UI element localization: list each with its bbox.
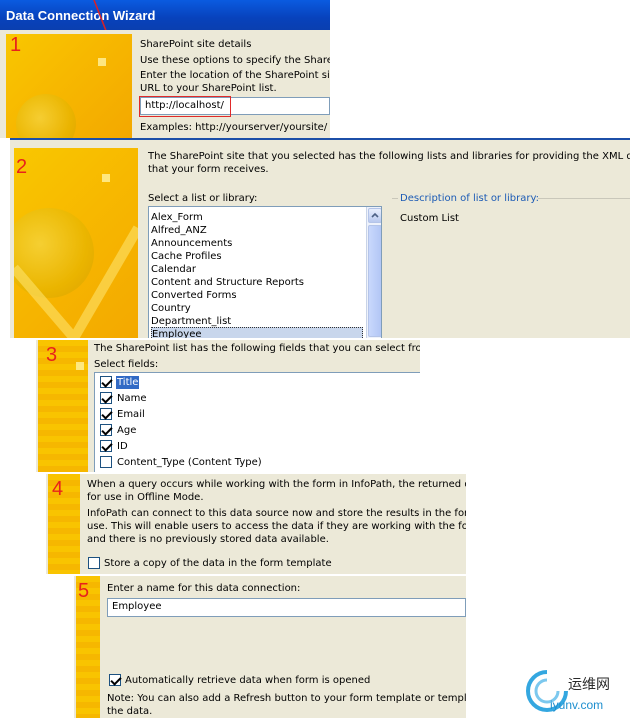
step2-banner (14, 148, 138, 338)
list-item[interactable]: Country (151, 302, 191, 315)
step1-line3: URL to your SharePoint list. (140, 83, 277, 94)
scroll-thumb[interactable] (368, 225, 381, 337)
field-label[interactable]: Name (117, 392, 147, 405)
banner-globe-icon (16, 94, 76, 138)
title-bar: Data Connection Wizard (0, 0, 330, 30)
step4-line4: use. This will enable users to access th… (87, 521, 466, 532)
auto-retrieve-checkbox[interactable] (109, 674, 121, 686)
list-label: Select a list or library: (148, 193, 258, 204)
step4-number: 4 (52, 478, 64, 500)
step2-desc-line1: The SharePoint site that you selected ha… (148, 151, 630, 162)
url-highlight-box (139, 96, 231, 117)
step4-line1: When a query occurs while working with t… (87, 479, 466, 490)
step1-heading: SharePoint site details (140, 39, 252, 50)
description-rule (392, 198, 398, 199)
list-item[interactable]: Content and Structure Reports (151, 276, 304, 289)
step5-note-line2: the data. (107, 706, 153, 717)
step1-examples: Examples: http://yourserver/yoursite/ o (140, 122, 330, 133)
list-item[interactable]: Alfred_ANZ (151, 224, 207, 237)
field-checkbox[interactable] (100, 440, 112, 452)
scroll-up-button[interactable] (368, 208, 381, 223)
field-checkbox[interactable] (100, 392, 112, 404)
list-scrollbar[interactable] (366, 207, 381, 338)
field-checkbox[interactable] (100, 376, 112, 388)
field-label[interactable]: Title (116, 376, 140, 389)
step4-line2: for use in Offline Mode. (87, 492, 204, 503)
store-copy-checkbox[interactable] (88, 557, 100, 569)
step5-panel: 5 Enter a name for this data connection:… (74, 576, 466, 718)
select-fields-label: Select fields: (94, 359, 159, 370)
step3-number: 3 (46, 344, 58, 366)
list-library-listbox[interactable]: Alex_Form Alfred_ANZ Announcements Cache… (148, 206, 382, 338)
auto-retrieve-label[interactable]: Automatically retrieve data when form is… (125, 674, 370, 687)
step5-note-line1: Note: You can also add a Refresh button … (107, 693, 466, 704)
step1-panel: 1 SharePoint site details Use these opti… (0, 30, 330, 138)
watermark-text-cn: 运维网 (568, 677, 610, 693)
step4-line3: InfoPath can connect to this data source… (87, 508, 466, 519)
field-label[interactable]: Email (117, 408, 145, 421)
field-label[interactable]: ID (117, 440, 128, 453)
list-item-selected[interactable]: Employee (151, 327, 363, 338)
field-label[interactable]: Age (117, 424, 136, 437)
connection-name-label: Enter a name for this data connection: (107, 583, 301, 594)
store-copy-label[interactable]: Store a copy of the data in the form tem… (104, 557, 332, 570)
step1-number: 1 (10, 34, 22, 56)
description-value: Custom List (400, 213, 459, 224)
step1-line1: Use these options to specify the ShareP (140, 55, 330, 66)
step2-number: 2 (16, 156, 28, 178)
list-item[interactable]: Calendar (151, 263, 196, 276)
description-label: Description of list or library: (400, 193, 540, 204)
step3-panel: 3 The SharePoint list has the following … (36, 340, 420, 472)
list-item[interactable]: Cache Profiles (151, 250, 222, 263)
list-item[interactable]: Converted Forms (151, 289, 237, 302)
list-item[interactable]: Alex_Form (151, 211, 203, 224)
step1-line2: Enter the location of the SharePoint sit… (140, 70, 330, 81)
field-checkbox[interactable] (100, 424, 112, 436)
watermark-logo: 运维网 iyunv.com (522, 664, 630, 718)
step3-desc: The SharePoint list has the following fi… (94, 343, 420, 354)
step2-panel: 2 The SharePoint site that you selected … (10, 138, 630, 338)
watermark-text-en: iyunv.com (550, 698, 604, 712)
step4-line5: and there is no previously stored data a… (87, 534, 329, 545)
step4-panel: 4 When a query occurs while working with… (46, 474, 466, 574)
step2-desc-line2: that your form receives. (148, 164, 269, 175)
field-checkbox[interactable] (100, 408, 112, 420)
list-item[interactable]: Announcements (151, 237, 232, 250)
step5-number: 5 (78, 580, 90, 602)
field-checkbox[interactable] (100, 456, 112, 468)
field-label[interactable]: Content_Type (Content Type) (117, 456, 262, 469)
connection-name-input[interactable]: Employee (107, 598, 466, 617)
description-rule-right (538, 198, 630, 199)
step1-banner (6, 34, 132, 138)
